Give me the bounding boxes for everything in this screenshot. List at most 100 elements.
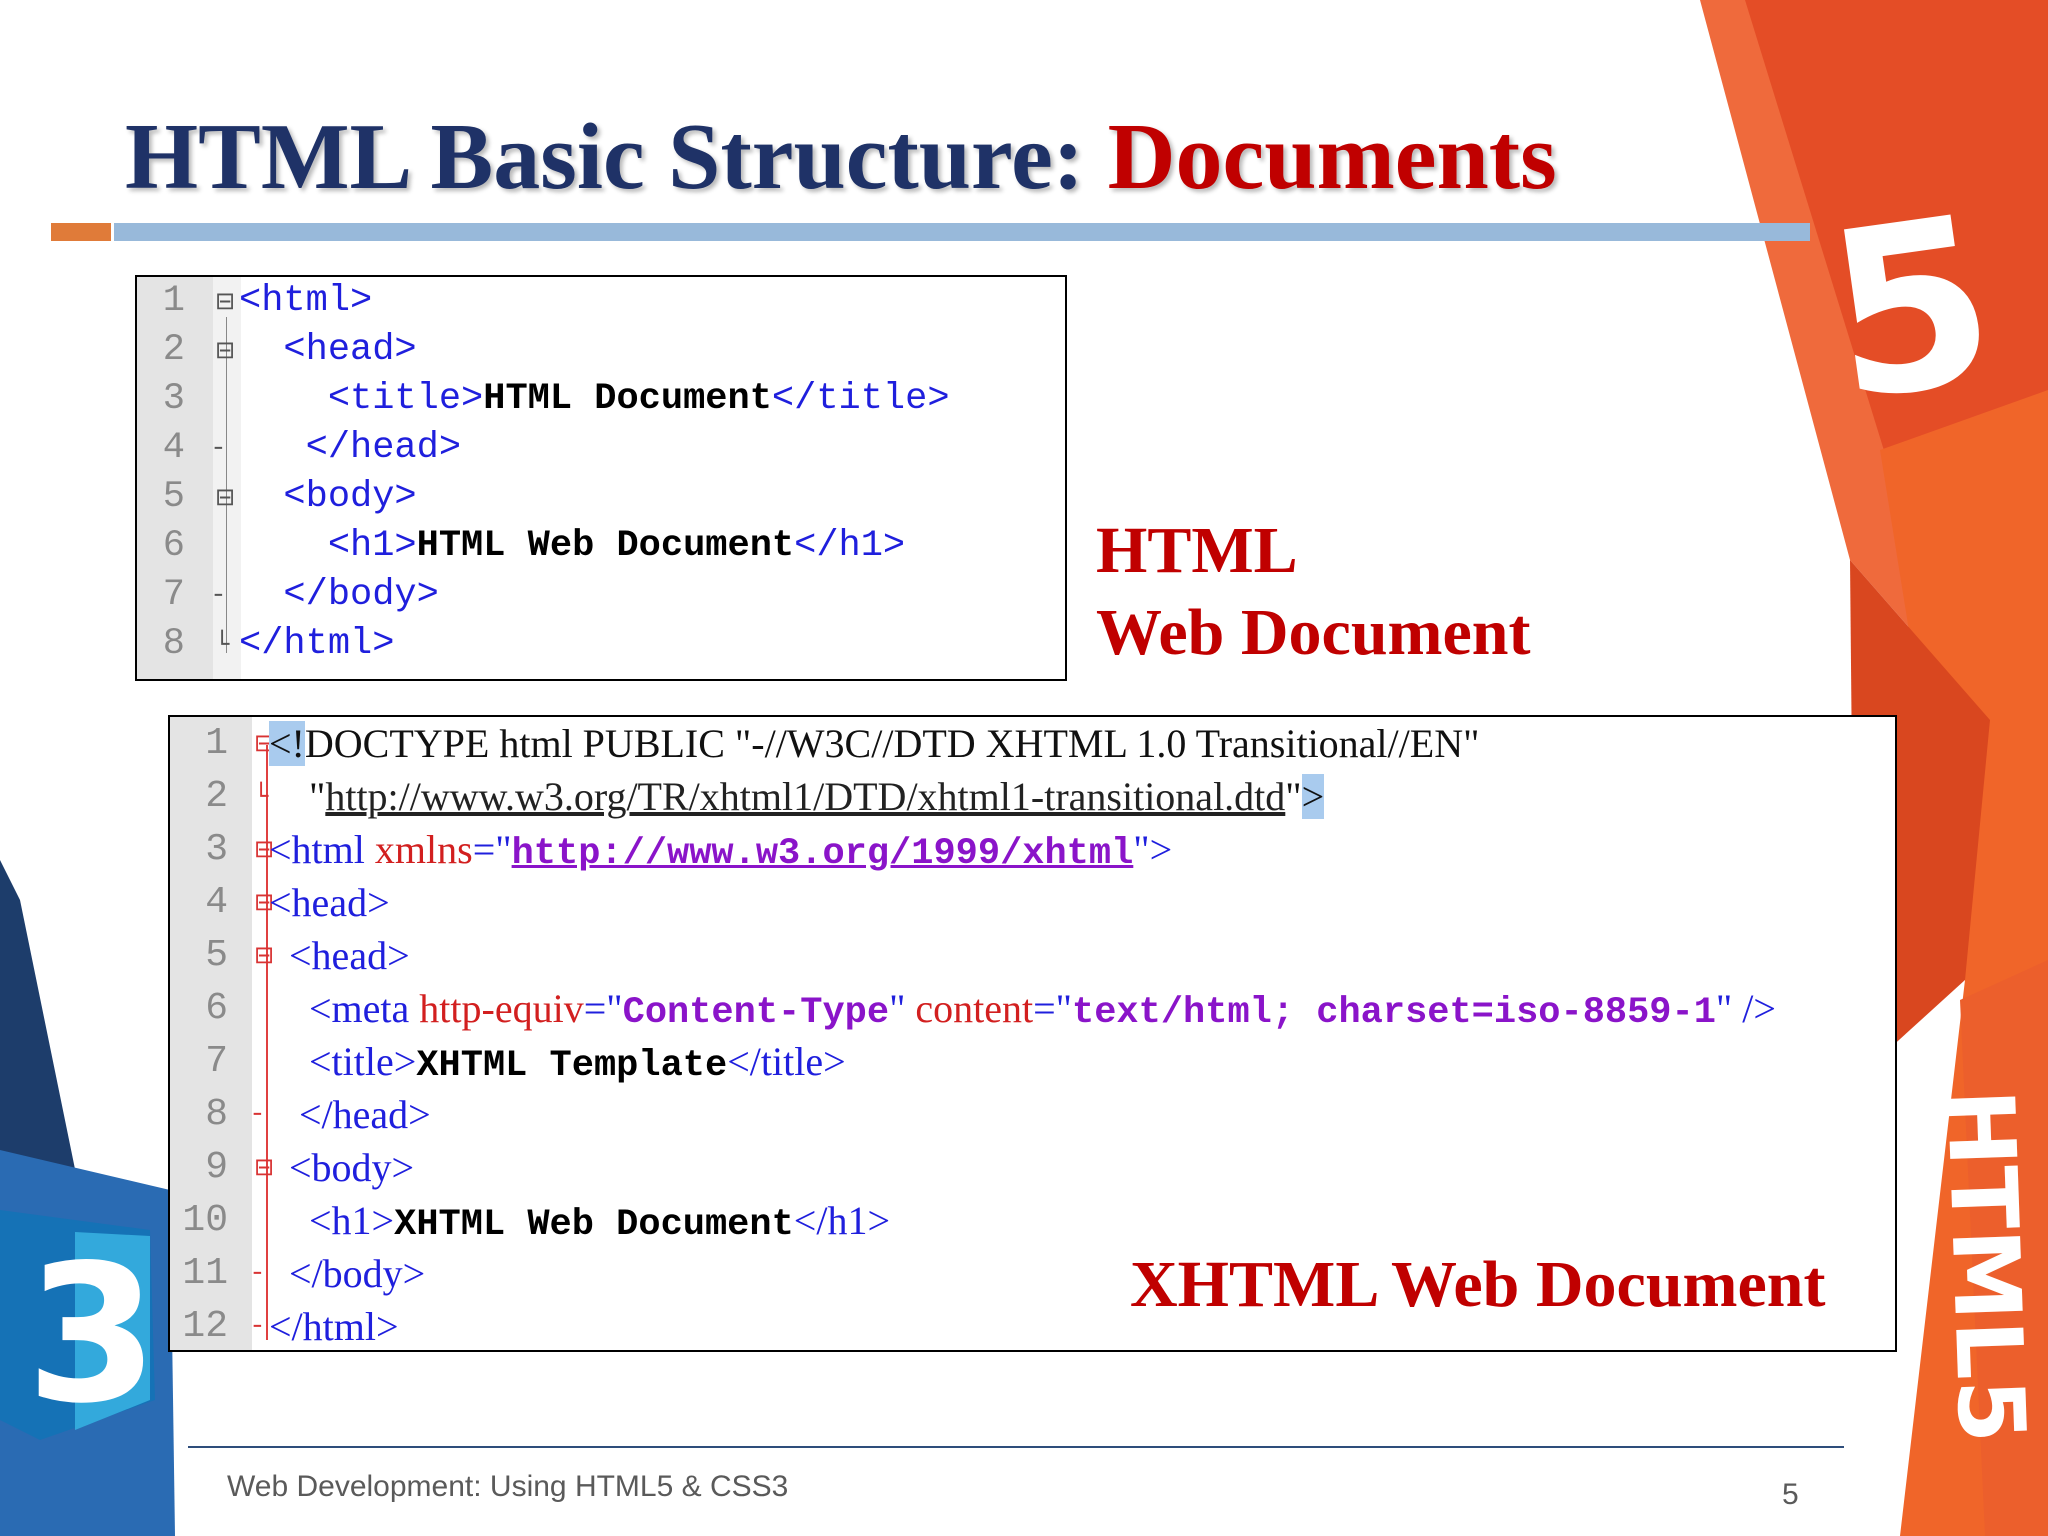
css3-digit: 3: [26, 1224, 158, 1445]
code-text: <h1>XHTML Web Document</h1>: [269, 1194, 890, 1252]
fold-toggle-icon[interactable]: ⊟: [215, 473, 235, 522]
code-line: 5 ⊟ <body>: [137, 473, 1065, 522]
code-token: ": [1285, 774, 1302, 819]
fold-end-icon: ╴: [215, 581, 230, 609]
html-caption-line1: HTML: [1096, 514, 1298, 587]
line-number: 6: [205, 987, 228, 1030]
line-number: 7: [205, 1040, 228, 1083]
line-number: 4: [162, 427, 185, 469]
line-number: 9: [205, 1146, 228, 1189]
line-number: 5: [205, 934, 228, 977]
code-text: </head>: [269, 1088, 431, 1141]
code-line: 4 ╴ </head>: [137, 424, 1065, 473]
code-line: 7 ╴ </body>: [137, 571, 1065, 620]
fold-end-icon: ╴: [254, 1100, 269, 1128]
code-token: ": [269, 774, 326, 819]
page-number: 5: [1782, 1478, 1799, 1511]
fold-toggle-icon[interactable]: ⊟: [215, 326, 235, 375]
footer-text: Web Development: Using HTML5 & CSS3: [227, 1470, 789, 1503]
title-main: HTML Basic Structure:: [125, 105, 1108, 209]
code-text: </head>: [239, 424, 461, 473]
code-token: text/html; charset=iso-8859-1: [1072, 992, 1716, 1034]
code-line: 5 ⊟ <head>: [170, 929, 1895, 982]
code-token: </title>: [727, 1039, 846, 1084]
code-text: </html>: [239, 620, 394, 669]
title-rule: [114, 223, 1810, 241]
line-number: 3: [162, 378, 185, 420]
code-token: =": [583, 986, 623, 1031]
code-line: 10 <h1>XHTML Web Document</h1>: [170, 1194, 1895, 1247]
code-token: =": [472, 827, 512, 872]
line-number: 3: [205, 828, 228, 871]
code-token: <html>: [239, 280, 373, 322]
code-token: <head>: [239, 329, 417, 371]
code-text: <meta http-equiv="Content-Type" content=…: [269, 982, 1776, 1040]
line-number: 1: [162, 280, 185, 322]
line-number: 4: [205, 881, 228, 924]
code-text: <body>: [239, 473, 416, 522]
code-token: </body>: [269, 1251, 426, 1296]
line-number: 11: [182, 1252, 228, 1295]
code-text: </html>: [269, 1300, 399, 1350]
code-token: ">: [1133, 827, 1173, 872]
code-token: <body>: [269, 1145, 415, 1190]
code-text: <!DOCTYPE html PUBLIC "-//W3C//DTD XHTML…: [269, 717, 1479, 770]
code-text: <body>: [269, 1141, 414, 1194]
fold-end-icon: └: [254, 782, 269, 810]
code-line: 3 <title>HTML Document</title>: [137, 375, 1065, 424]
line-number: 5: [162, 476, 185, 518]
fold-toggle-icon[interactable]: ⊟: [215, 277, 235, 326]
code-token: content: [915, 986, 1034, 1031]
line-number: 6: [162, 525, 185, 567]
line-number: 8: [162, 623, 185, 665]
code-token: HTML Document: [483, 378, 772, 420]
code-line: 1 ⊟ <!DOCTYPE html PUBLIC "-//W3C//DTD XHT…: [170, 717, 1895, 770]
code-token: Content-Type: [622, 992, 890, 1034]
code-text: </body>: [269, 1247, 425, 1300]
code-line: 8 ╴ </head>: [170, 1088, 1895, 1141]
code-token: </html>: [269, 1304, 399, 1349]
code-token: ": [889, 986, 916, 1031]
code-token: http-equiv: [419, 986, 584, 1031]
title-accent: Documents: [1107, 105, 1557, 209]
code-text: <html>: [239, 277, 372, 326]
code-token: </head>: [269, 1092, 431, 1137]
line-number: 1: [205, 722, 228, 765]
code-token: xmlns: [374, 827, 473, 872]
code-token: <h1>: [239, 525, 417, 567]
code-token: http://www.w3.org/TR/xhtml1/DTD/xhtml1-t…: [325, 774, 1286, 819]
code-token: <title>: [239, 378, 484, 420]
fold-end-icon: └: [215, 630, 230, 658]
code-token: </html>: [239, 623, 395, 665]
code-token: </h1>: [794, 525, 906, 567]
line-number: 2: [162, 329, 185, 371]
code-line: 6 <meta http-equiv="Content-Type" conten…: [170, 982, 1895, 1035]
html-caption: HTML Web Document: [1096, 510, 1530, 674]
html-code-snippet: 1 ⊟ <html> 2 ⊟ <head> 3 <title>HTML Document<…: [135, 275, 1067, 681]
code-text: <title>HTML Document</title>: [239, 375, 950, 424]
code-token: </h1>: [793, 1198, 891, 1243]
code-line: 8 └ </html>: [137, 620, 1065, 669]
code-token: http://www.w3.org/1999/xhtml: [511, 833, 1134, 875]
code-line: 9 ⊟ <body>: [170, 1141, 1895, 1194]
code-line: 3 ⊟ <html xmlns="http://www.w3.org/1999/xh…: [170, 823, 1895, 876]
code-token: <h1>: [269, 1198, 395, 1243]
code-text: </body>: [239, 571, 439, 620]
html5-word: HTML5: [1926, 1087, 2045, 1444]
line-number: 7: [162, 574, 185, 616]
code-token: " />: [1715, 986, 1776, 1031]
title-rule-accent: [51, 223, 111, 241]
code-token: <title>: [269, 1039, 417, 1084]
code-line: 4 ⊟ <head>: [170, 876, 1895, 929]
slide-title: HTML Basic Structure: Documents: [125, 98, 1557, 216]
code-text: <head>: [239, 326, 417, 375]
code-token: </body>: [239, 574, 439, 616]
code-text: <title>XHTML Template</title>: [269, 1035, 846, 1093]
line-number: 12: [182, 1305, 228, 1348]
fold-end-icon: ╴: [215, 434, 230, 462]
code-text: <head>: [269, 876, 390, 929]
code-token: =": [1033, 986, 1073, 1031]
code-token: <meta: [269, 986, 420, 1031]
xhtml-caption: XHTML Web Document: [1130, 1248, 1826, 1321]
footer-rule: [188, 1446, 1844, 1448]
